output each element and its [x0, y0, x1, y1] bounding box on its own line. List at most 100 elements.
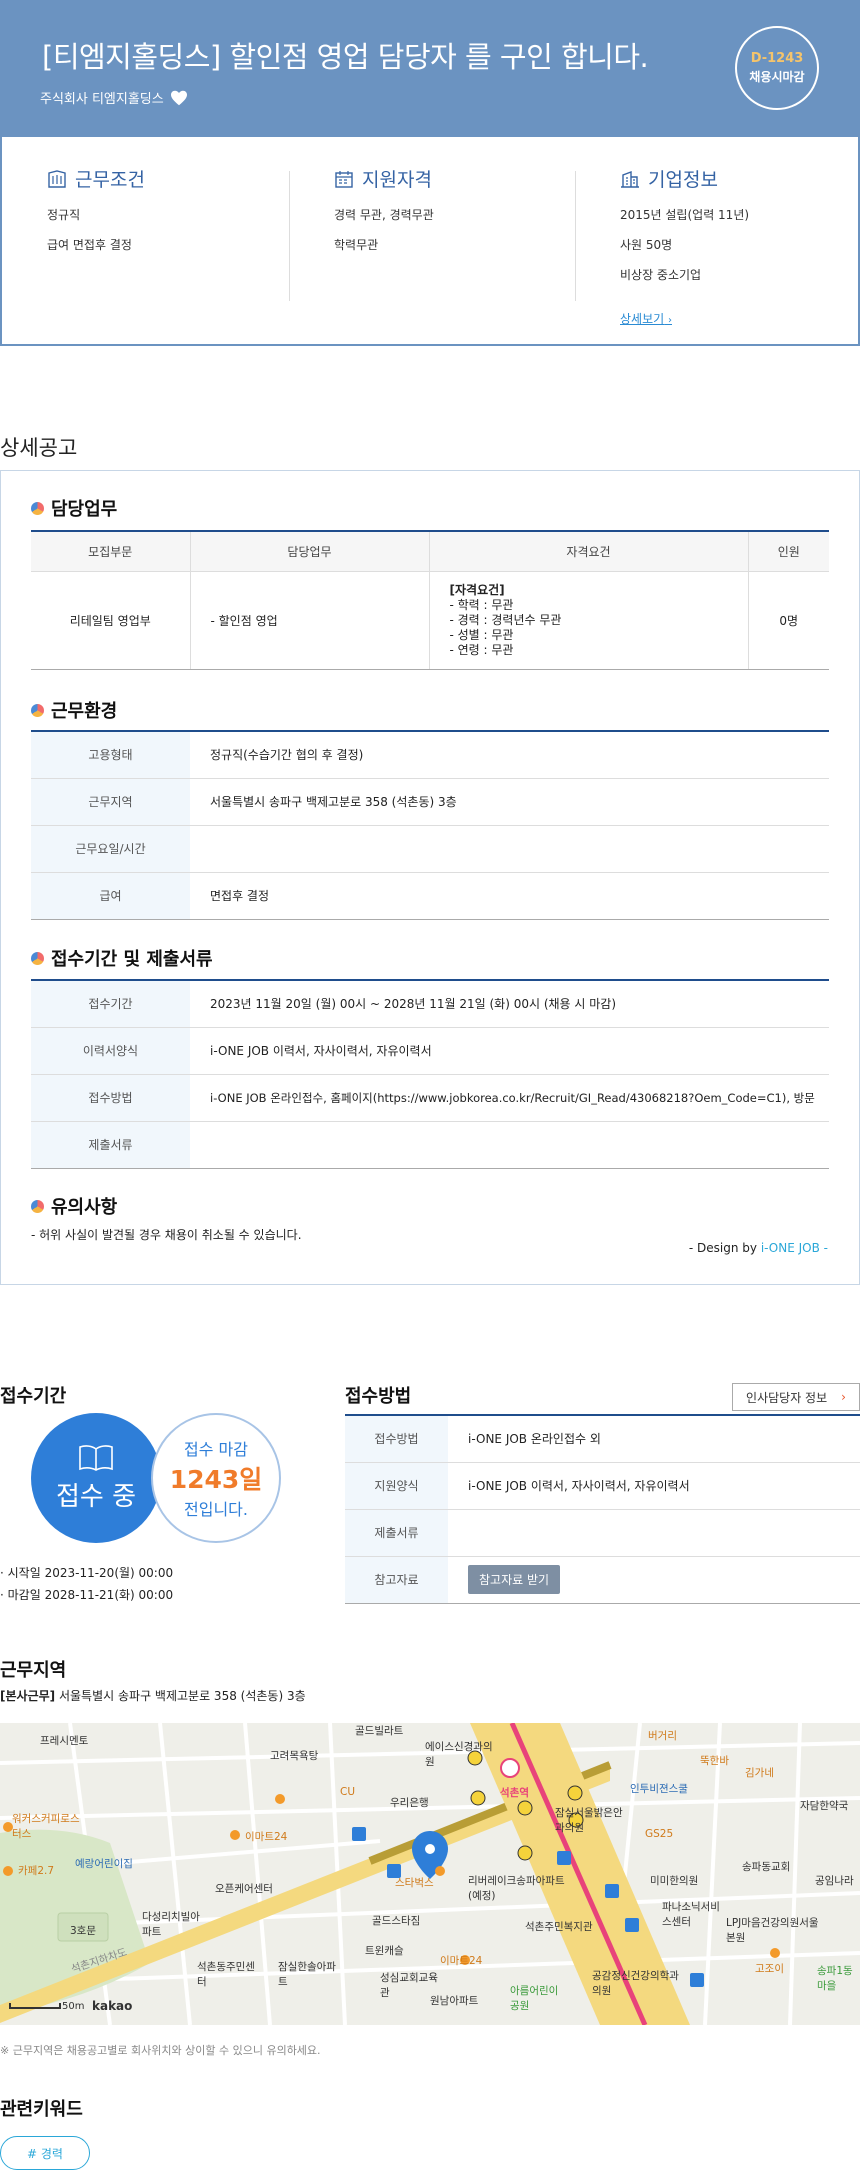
- period-value: i-ONE JOB 이력서, 자사이력서, 자유이력서: [190, 1027, 829, 1075]
- summary-qualifications-item: 경력 무관, 경력무관: [334, 208, 434, 222]
- divider: [289, 171, 290, 301]
- remain-days: 1243일: [169, 1465, 263, 1494]
- req-item: - 성별 : 무관: [449, 627, 514, 642]
- location-title: 근무지역: [0, 1660, 67, 1681]
- req-item: - 연령 : 무관: [449, 642, 514, 657]
- map-label: GS25: [645, 1828, 674, 1840]
- deadline-type: 채용시마감: [749, 70, 805, 84]
- dday-badge: D-1243 채용시마감: [735, 26, 819, 110]
- map-label: 아름어린이공원: [510, 1985, 559, 2012]
- map-label: 미미한의원: [650, 1875, 699, 1887]
- map-label: 예랑어린이집: [75, 1858, 133, 1870]
- map-label: 원남아파트: [430, 1995, 479, 2007]
- table-header: 인원: [748, 531, 829, 572]
- map-label: 석촌동주민센터: [197, 1961, 255, 1988]
- kakao-logo[interactable]: kakao: [92, 1999, 132, 2013]
- map-scale: 50m: [62, 2001, 85, 2012]
- calendar-icon: [335, 170, 353, 188]
- receipt-title: 접수기간: [0, 1386, 67, 1407]
- duty-dept: 리테일팀 영업부: [31, 571, 191, 670]
- duty-table: 모집부문 담당업무 자격요건 인원 리테일팀 영업부 - 할인점 영업 [자격요…: [31, 530, 829, 670]
- period-value: i-ONE JOB 온라인접수, 홈페이지(https://www.jobkor…: [190, 1074, 829, 1122]
- req-title: [자격요건]: [449, 582, 505, 597]
- map-label: 오픈케어센터: [215, 1883, 273, 1895]
- map-label: 석촌역: [500, 1787, 529, 1799]
- job-title: [티엠지홀딩스] 할인점 영업 담당자 를 구인 합니다.: [42, 40, 649, 74]
- map-label: 리버레이크송파아파트(예정): [468, 1875, 565, 1902]
- map-labels: 프레시멘토 고려목욕탕 골드빌라트 에이스신경과의원 석촌역 버거리 뚝한바 김…: [0, 1723, 860, 2025]
- company-name[interactable]: 주식회사 티엠지홀딩스: [40, 88, 188, 107]
- location-address-text: 서울특별시 송파구 백제고분로 358 (석촌동) 3층: [58, 1689, 306, 1703]
- period-key: 접수방법: [31, 1074, 190, 1122]
- chevron-right-icon: ›: [668, 315, 672, 326]
- location-map[interactable]: 프레시멘토 고려목욕탕 골드빌라트 에이스신경과의원 석촌역 버거리 뚝한바 김…: [0, 1723, 860, 2025]
- summary-qualifications-title: 지원자격: [362, 169, 432, 191]
- reference-download-button[interactable]: 참고자료 받기: [468, 1565, 561, 1594]
- map-label: 골드빌라트: [355, 1725, 404, 1737]
- env-value: 정규직(수습기간 협의 후 결정): [190, 731, 829, 779]
- table-row: 이력서양식 i-ONE JOB 이력서, 자사이력서, 자유이력서: [31, 1027, 829, 1075]
- duty-heading: 담당업무: [31, 495, 117, 521]
- summary-conditions-item: 정규직: [47, 208, 81, 222]
- map-label: 공감정신건강의학과의원: [592, 1970, 679, 1997]
- summary-company-item: 2015년 설립(업력 11년): [620, 208, 750, 222]
- map-label: 고조이: [755, 1963, 784, 1975]
- company-detail-link-text[interactable]: 상세보기: [620, 312, 664, 326]
- map-label: 골드스타짐: [372, 1915, 421, 1927]
- bullet-icon: [31, 501, 44, 515]
- company-detail-link[interactable]: 상세보기 ›: [620, 310, 672, 327]
- duty-requirements: [자격요건] - 학력 : 무관 - 경력 : 경력년수 무관 - 성별 : 무…: [429, 571, 749, 670]
- design-brand: i-ONE JOB -: [760, 1241, 828, 1255]
- table-row: 근무지역 서울특별시 송파구 백제고분로 358 (석촌동) 3층: [31, 778, 829, 826]
- method-value: [448, 1509, 860, 1557]
- map-label: 다성리치빌아파트: [142, 1911, 200, 1938]
- method-title: 접수방법: [345, 1386, 412, 1407]
- hr-info-button[interactable]: 인사담당자 정보 ›: [732, 1383, 860, 1411]
- map-label: 석촌주민복지관: [525, 1921, 593, 1933]
- remain-circle: 접수 마감 1243일 전입니다.: [151, 1413, 281, 1543]
- map-label: 이마트24: [245, 1831, 288, 1843]
- map-label: 에이스신경과의원: [425, 1741, 493, 1768]
- map-label: 자담한약국: [800, 1800, 849, 1812]
- method-table: 접수방법 i-ONE JOB 온라인접수 외 지원양식 i-ONE JOB 이력서,…: [345, 1414, 860, 1604]
- period-heading: 접수기간 및 제출서류: [31, 945, 213, 971]
- env-key: 급여: [31, 872, 190, 920]
- keyword-tag[interactable]: # 경력: [0, 2136, 90, 2170]
- env-key: 근무요일/시간: [31, 825, 190, 873]
- end-date-text: 마감일 2028-11-21(화) 00:00: [7, 1588, 174, 1602]
- env-value: 서울특별시 송파구 백제고분로 358 (석촌동) 3층: [190, 778, 829, 826]
- hr-info-label[interactable]: 인사담당자 정보: [746, 1389, 827, 1406]
- req-item: - 경력 : 경력년수 무관: [449, 612, 562, 627]
- summary-conditions: 근무조건 정규직 급여 면접후 결정: [47, 165, 145, 266]
- remain-suffix: 전입니다.: [184, 1500, 248, 1519]
- map-label: 이마트24: [440, 1955, 483, 1967]
- map-label: 버거리: [648, 1730, 677, 1742]
- job-summary: 근무조건 정규직 급여 면접후 결정 지원자격 경력 무관, 경력무관 학력무관…: [0, 137, 860, 346]
- table-header: 자격요건: [429, 531, 749, 572]
- duty-count: 0명: [748, 571, 829, 670]
- req-item: - 학력 : 무관: [449, 597, 514, 612]
- company-name-text[interactable]: 주식회사 티엠지홀딩스: [40, 88, 164, 107]
- table-row: 참고자료 참고자료 받기: [345, 1556, 860, 1604]
- map-label: 워커스커피로스터스: [12, 1813, 80, 1840]
- start-date: · 시작일 2023-11-20(월) 00:00: [0, 1566, 174, 1580]
- remain-label: 접수 마감: [184, 1440, 248, 1459]
- summary-company: 기업정보 2015년 설립(업력 11년) 사원 50명 비상장 중소기업 상세…: [620, 165, 749, 327]
- map-label: 송파1동마을: [817, 1965, 853, 1992]
- period-key: 이력서양식: [31, 1027, 190, 1075]
- location-note: ※ 근무지역은 채용공고별로 회사위치와 상이할 수 있으니 유의하세요.: [0, 2044, 321, 2057]
- heart-icon[interactable]: [170, 90, 188, 106]
- method-value: i-ONE JOB 온라인접수 외: [448, 1415, 860, 1463]
- map-label: 우리은행: [390, 1797, 429, 1809]
- job-header: [티엠지홀딩스] 할인점 영업 담당자 를 구인 합니다. 주식회사 티엠지홀딩…: [0, 0, 860, 137]
- map-label: 공임나라: [815, 1875, 854, 1887]
- book-icon: [79, 1444, 113, 1471]
- method-key: 접수방법: [345, 1415, 448, 1463]
- duty-task: - 할인점 영업: [190, 571, 430, 670]
- method-value: i-ONE JOB 이력서, 자사이력서, 자유이력서: [448, 1462, 860, 1510]
- map-label: 뚝한바: [700, 1755, 729, 1767]
- map-label: 인투비젼스쿨: [630, 1783, 688, 1795]
- map-label: 잠실한솔아파트: [278, 1961, 336, 1988]
- summary-qualifications: 지원자격 경력 무관, 경력무관 학력무관: [334, 165, 434, 266]
- caution-text: - 허위 사실이 발견될 경우 채용이 취소될 수 있습니다.: [31, 1228, 302, 1242]
